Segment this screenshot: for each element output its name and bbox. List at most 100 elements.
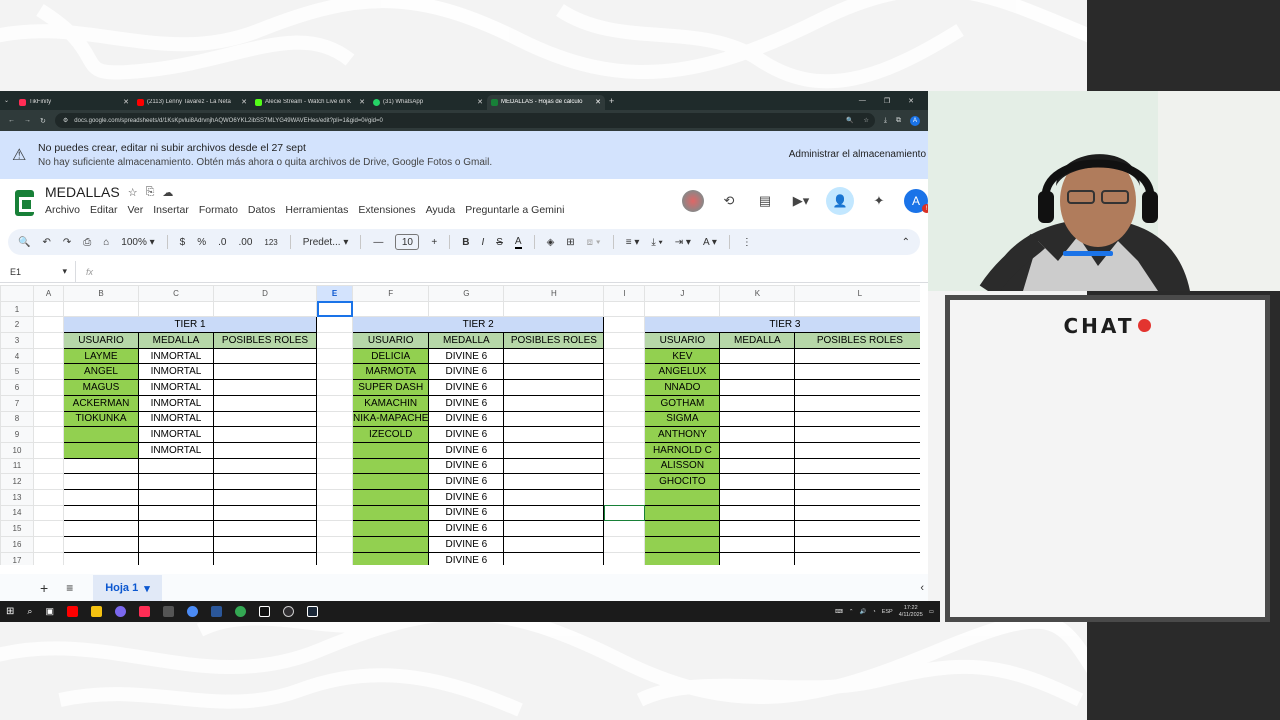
- number-format-button[interactable]: 123: [264, 238, 277, 247]
- cell[interactable]: [794, 536, 926, 553]
- cell[interactable]: [794, 347, 926, 365]
- cell[interactable]: [351, 473, 430, 490]
- cell[interactable]: ANGELUX: [644, 363, 721, 381]
- cell[interactable]: [63, 504, 139, 522]
- column-label[interactable]: USUARIO: [351, 332, 430, 349]
- cell[interactable]: [138, 504, 214, 522]
- new-tab-icon[interactable]: +: [609, 96, 614, 106]
- cell[interactable]: [719, 379, 796, 396]
- cell[interactable]: DIVINE 6: [428, 457, 505, 475]
- cell[interactable]: [63, 426, 139, 443]
- cell[interactable]: [644, 504, 721, 522]
- cell[interactable]: [794, 520, 926, 537]
- tier-title[interactable]: TIER 3: [644, 316, 926, 334]
- row-header[interactable]: 8: [0, 410, 34, 428]
- cell[interactable]: [603, 426, 646, 443]
- cell[interactable]: INMORTAL: [138, 441, 214, 459]
- cell[interactable]: [63, 473, 139, 490]
- cell[interactable]: DIVINE 6: [428, 551, 505, 565]
- row-header[interactable]: 6: [0, 379, 34, 396]
- app-icon[interactable]: [114, 606, 126, 617]
- cell[interactable]: [719, 473, 796, 490]
- cell[interactable]: [503, 504, 605, 522]
- cell[interactable]: [644, 300, 721, 318]
- cell[interactable]: [719, 551, 796, 565]
- row-header[interactable]: 17: [0, 551, 34, 565]
- cell[interactable]: [351, 551, 430, 565]
- cell[interactable]: [794, 394, 926, 412]
- tiktok-live-icon[interactable]: [258, 606, 270, 617]
- cell[interactable]: [503, 473, 605, 490]
- column-label[interactable]: USUARIO: [63, 332, 139, 349]
- cell[interactable]: [316, 332, 353, 349]
- cell[interactable]: [503, 379, 605, 396]
- minimize-icon[interactable]: —: [859, 97, 866, 105]
- cell[interactable]: [603, 300, 646, 318]
- cell[interactable]: GHOCITO: [644, 473, 721, 490]
- grid-corner[interactable]: [0, 285, 34, 302]
- cell[interactable]: DIVINE 6: [428, 488, 505, 506]
- cell[interactable]: [213, 473, 317, 490]
- cell[interactable]: DIVINE 6: [428, 473, 505, 490]
- cell[interactable]: [603, 394, 646, 412]
- row-header[interactable]: 15: [0, 520, 34, 537]
- cell[interactable]: [213, 520, 317, 537]
- browser-tab[interactable]: (2113) Lenny Tavarez - La Neta ✕: [133, 95, 251, 110]
- cell[interactable]: [603, 441, 646, 459]
- column-header[interactable]: L: [794, 285, 926, 302]
- cell[interactable]: [603, 379, 646, 396]
- menu-formato[interactable]: Formato: [199, 204, 238, 216]
- cell[interactable]: [603, 473, 646, 490]
- cell[interactable]: [316, 473, 353, 490]
- column-header[interactable]: F: [351, 285, 430, 302]
- notifications-icon[interactable]: ▭: [929, 609, 934, 615]
- cell[interactable]: [351, 441, 430, 459]
- obs-icon[interactable]: [282, 606, 294, 617]
- cell[interactable]: [63, 551, 139, 565]
- cell[interactable]: [316, 426, 353, 443]
- column-label[interactable]: MEDALLA: [138, 332, 214, 349]
- cell[interactable]: [316, 457, 353, 475]
- menu-datos[interactable]: Datos: [248, 204, 275, 216]
- task-view-icon[interactable]: ▣: [45, 606, 54, 617]
- cell[interactable]: DELICIA: [351, 347, 430, 365]
- cell[interactable]: [603, 520, 646, 537]
- column-label[interactable]: MEDALLA: [428, 332, 505, 349]
- cell[interactable]: [503, 441, 605, 459]
- cell[interactable]: [794, 300, 926, 318]
- share-button[interactable]: 👤: [826, 187, 854, 215]
- cell[interactable]: HARNOLD C: [644, 441, 721, 459]
- tab-search-icon[interactable]: ⌄: [4, 97, 9, 104]
- browser-tab[interactable]: (31) WhatsApp ✕: [369, 95, 487, 110]
- cell[interactable]: [794, 379, 926, 396]
- menu-insertar[interactable]: Insertar: [153, 204, 189, 216]
- row-header[interactable]: 3: [0, 332, 34, 349]
- row-header[interactable]: 4: [0, 347, 34, 365]
- tier-title[interactable]: TIER 1: [63, 316, 317, 334]
- currency-button[interactable]: $: [180, 237, 186, 248]
- cell[interactable]: DIVINE 6: [428, 363, 505, 381]
- cell[interactable]: INMORTAL: [138, 363, 214, 381]
- cell[interactable]: [33, 504, 64, 522]
- cell[interactable]: [316, 441, 353, 459]
- cell[interactable]: [33, 379, 64, 396]
- zoom-select[interactable]: 100% ▾: [121, 237, 154, 248]
- cell[interactable]: GOTHAM: [644, 394, 721, 412]
- cell[interactable]: [316, 488, 353, 506]
- vertical-scrollbar[interactable]: [920, 285, 928, 565]
- row-header[interactable]: 13: [0, 488, 34, 506]
- selected-cell[interactable]: [316, 300, 353, 318]
- close-window-icon[interactable]: ✕: [908, 97, 914, 105]
- cell[interactable]: [138, 300, 214, 318]
- font-size-input[interactable]: 10: [395, 234, 420, 250]
- decrease-decimal-button[interactable]: .0: [218, 237, 226, 248]
- column-header[interactable]: K: [719, 285, 796, 302]
- cell[interactable]: [794, 410, 926, 428]
- cell[interactable]: [33, 300, 64, 318]
- column-header[interactable]: A: [33, 285, 64, 302]
- column-header[interactable]: C: [138, 285, 214, 302]
- cell[interactable]: [603, 316, 646, 334]
- cell[interactable]: [316, 363, 353, 381]
- tiktok-app-icon[interactable]: [138, 606, 150, 617]
- column-header[interactable]: E: [316, 285, 353, 302]
